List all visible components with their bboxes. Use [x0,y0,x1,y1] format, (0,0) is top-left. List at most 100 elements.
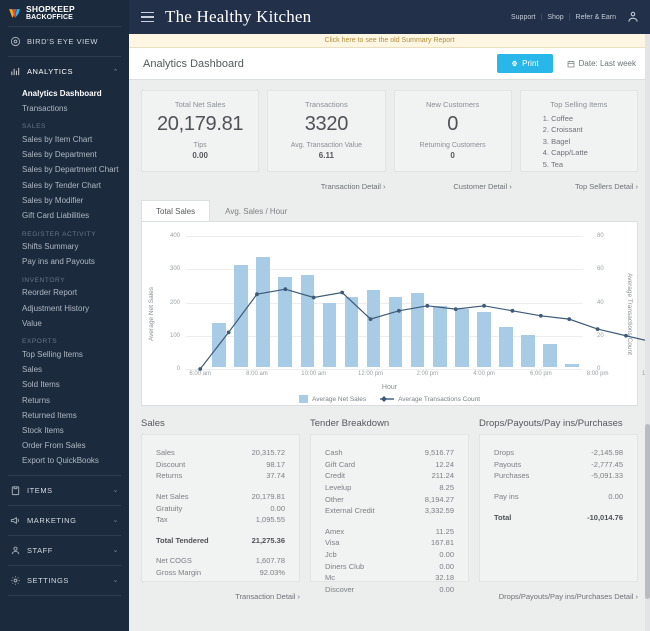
old-summary-report-banner[interactable]: Click here to see the old Summary Report [129,34,650,48]
table-row: Diners Club 0.00 [325,561,454,573]
row-value: 9,516.77 [424,448,454,457]
transaction-detail-link[interactable]: Transaction Detail › [321,182,386,191]
hamburger-menu-icon[interactable] [129,11,159,23]
shopkeep-logo-icon [9,8,20,18]
table-row: Amex 11.25 [325,526,454,538]
chart-bar-icon [11,67,20,76]
sidebar-item-staff[interactable]: STAFF ⌄ [0,536,129,565]
page-title: Analytics Dashboard [143,57,244,70]
sidebar-item-top-selling-items[interactable]: Top Selling Items [0,347,129,362]
sidebar-item-analytics-dashboard[interactable]: Analytics Dashboard [0,86,129,101]
tab-total-sales[interactable]: Total Sales [141,200,211,222]
user-avatar-icon[interactable] [626,10,640,24]
customer-detail-link[interactable]: Customer Detail › [453,182,511,191]
link-support[interactable]: Support [511,14,536,21]
sidebar-item-shifts-summary[interactable]: Shifts Summary [0,240,129,255]
print-button[interactable]: Print [497,54,553,73]
page-store-title: The Healthy Kitchen [165,7,312,26]
row-value: 1,095.55 [255,515,285,525]
kpi-sub-value: 0.00 [192,151,208,160]
sidebar-category-inventory: INVENTORY [22,276,66,284]
sidebar-item-marketing[interactable]: MARKETING ⌄ [0,506,129,535]
chevron-down-icon[interactable]: ⌄ [113,516,119,524]
chart-x-tick-label: 12:00 pm [358,371,384,377]
row-label: Jcb [325,550,337,559]
row-label: Gross Margin [156,568,202,577]
panel-link-row: Transaction Detail › [141,586,300,604]
chevron-down-icon[interactable]: ⌄ [113,486,119,494]
table-row: Payouts -2,777.45 [494,459,623,471]
sales-transaction-detail-link[interactable]: Transaction Detail › [235,592,300,601]
sidebar-item-value[interactable]: Value [0,316,129,331]
sidebar-item-sales-by-modifier[interactable]: Sales by Modifier [0,193,129,208]
link-refer-and-earn[interactable]: Refer & Earn [576,14,616,21]
chart-x-tick-label: 6:00 pm [530,371,552,377]
chart-plot-area [186,236,650,371]
sidebar-item-returns[interactable]: Returns [0,393,129,408]
sidebar-item-transactions[interactable]: Transactions [0,101,129,116]
chevron-up-icon[interactable]: ⌃ [113,68,119,76]
row-value: 8,194.27 [424,494,454,504]
link-shop[interactable]: Shop [547,14,563,21]
sidebar-item-adjustment-history[interactable]: Adjustment History [0,301,129,316]
chevron-down-icon[interactable]: ⌄ [113,576,119,584]
row-value: 0.00 [439,584,454,594]
table-row: Gratuity 0.00 [156,503,285,515]
chart-y-axis-label: Average Net Sales [148,286,155,341]
row-value: 0.00 [608,491,623,501]
chart-y2-tick-label: 40 [597,299,604,306]
row-value: 0.00 [439,550,454,559]
panel-title: Drops/Payouts/Pay ins/Purchases [479,418,623,429]
brand-logo-block[interactable]: SHOPKEEP BACKOFFICE [0,0,129,26]
page-scrollbar[interactable] [645,34,650,631]
date-range-picker[interactable]: Date: Last week [567,59,636,68]
sidebar-category-exports: EXPORTS [22,338,58,346]
sidebar-item-items[interactable]: ITEMS ⌄ [0,476,129,505]
sidebar-item-pay-ins-and-payouts[interactable]: Pay ins and Payouts [0,255,129,270]
row-value: 20,315.72 [251,448,285,457]
table-row: External Credit 3,332.59 [325,505,454,517]
detail-cell [141,176,259,194]
panel-sales: Sales Sales 20,315.72 Discount 98.17 Returns… [141,418,300,604]
drops-detail-link[interactable]: Drops/Payouts/Pay ins/Purchases Detail › [499,592,638,601]
sidebar-item-birds-eye-view[interactable]: BIRD'S EYE VIEW [0,27,129,56]
row-label: Gift Card [325,459,356,469]
sidebar-item-sales-by-tender-chart[interactable]: Sales by Tender Chart [0,178,129,193]
sidebar-item-gift-card-liabilities[interactable]: Gift Card Liabilities [0,208,129,223]
top-sellers-detail-link[interactable]: Top Sellers Detail › [575,182,638,191]
summary-panels: Sales Sales 20,315.72 Discount 98.17 Returns… [141,418,638,604]
sidebar-item-order-from-sales[interactable]: Order From Sales [0,439,129,454]
panel-body: Sales 20,315.72 Discount 98.17 Returns 37.74 N… [141,434,300,582]
sidebar-item-settings[interactable]: SETTINGS ⌄ [0,566,129,595]
scrollbar-thumb[interactable] [645,424,650,599]
sidebar-item-stock-items[interactable]: Stock Items [0,423,129,438]
sidebar-item-sold-items[interactable]: Sold Items [0,378,129,393]
chevron-down-icon[interactable]: ⌄ [113,546,119,554]
sidebar-item-label: MARKETING [27,515,77,525]
sidebar-item-returned-items[interactable]: Returned Items [0,408,129,423]
chart-x-tick-label: 8:00 am [246,371,268,377]
sidebar-item-sales-by-department[interactable]: Sales by Department [0,148,129,163]
tab-avg-sales-per-hour[interactable]: Avg. Sales / Hour [210,200,302,222]
megaphone-icon [10,516,19,524]
main-area: The Healthy Kitchen Support | Shop | Ref… [129,0,650,631]
sidebar-item-reorder-report[interactable]: Reorder Report [0,286,129,301]
row-label: Net COGS [156,556,192,566]
row-value: -10,014.76 [587,512,623,522]
row-label: Diners Club [325,561,365,571]
brand-text: SHOPKEEP BACKOFFICE [26,5,75,21]
sidebar-item-export-to-quickbooks[interactable]: Export to QuickBooks [0,454,129,469]
sidebar-item-label: ITEMS [27,485,53,495]
sidebar-item-sales[interactable]: Sales [0,363,129,378]
legend-label: Average Transactions Count [398,395,480,403]
table-row: Visa 167.81 [325,537,454,549]
sidebar-item-analytics[interactable]: ANALYTICS ⌃ [0,57,129,86]
sidebar-item-sales-by-item-chart[interactable]: Sales by Item Chart [0,132,129,147]
calendar-icon [567,60,574,67]
legend-item-transactions-count: Average Transactions Count [380,395,480,403]
chart-x-tick-label: 2:00 pm [416,371,439,377]
row-spacer [494,503,623,512]
sidebar-item-sales-by-department-chart[interactable]: Sales by Department Chart [0,163,129,178]
person-icon [11,546,20,555]
top-selling-list: 1. Coffee 2. Croissant 3. Bagel 4. Capp/… [521,109,637,170]
